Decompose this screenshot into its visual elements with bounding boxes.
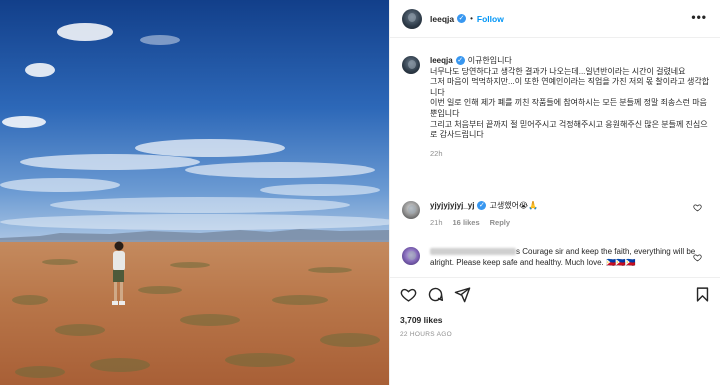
more-options-icon[interactable]: ••• xyxy=(691,11,707,23)
follow-button[interactable]: Follow xyxy=(477,14,504,24)
post-actions: 3,709 likes 22 HOURS AGO xyxy=(390,277,720,385)
comment-reply-button[interactable]: Reply xyxy=(490,218,510,227)
commenter-username[interactable]: yjyjyjyjyj_yj xyxy=(430,201,474,210)
caption-verified-icon: ✓ xyxy=(455,56,465,66)
bookmark-icon[interactable] xyxy=(694,286,711,303)
comment-body: yjyjyjyjyj_yj ✓ 고생했어😭🙏 21h 16 likes Reply xyxy=(430,201,690,227)
post-header: leeqja ✓ • Follow ••• xyxy=(390,0,720,38)
heart-icon[interactable] xyxy=(400,286,417,303)
caption-username[interactable]: leeqja xyxy=(430,56,453,65)
commenter-avatar[interactable] xyxy=(402,247,420,265)
commenter-verified-icon: ✓ xyxy=(477,201,487,211)
likes-count[interactable]: 3,709 likes xyxy=(400,315,443,325)
comment-meta: 21h 16 likes Reply xyxy=(430,218,690,227)
caption-text-block: leeqja ✓ 이규한입니다 너무나도 당연하다고 생각한 결과가 나오는데...… xyxy=(430,56,712,141)
post-caption: leeqja ✓ 이규한입니다 너무나도 당연하다고 생각한 결과가 나오는데...… xyxy=(402,56,712,158)
comment-body: s Courage sir and keep the faith, everyt… xyxy=(430,247,700,268)
caption-body: leeqja ✓ 이규한입니다 너무나도 당연하다고 생각한 결과가 나오는데...… xyxy=(430,56,712,158)
action-buttons xyxy=(400,286,471,303)
posted-timestamp: 22 HOURS AGO xyxy=(400,331,453,338)
verified-badge-icon: ✓ xyxy=(457,14,467,23)
author-avatar[interactable] xyxy=(402,8,422,29)
comment-text-block: yjyjyjyjyj_yj ✓ 고생했어😭🙏 xyxy=(430,201,690,212)
desert-landscape-image xyxy=(0,0,389,385)
caption-timestamp[interactable]: 22h xyxy=(430,149,712,158)
author-username[interactable]: leeqja xyxy=(430,14,454,24)
comment-time[interactable]: 21h xyxy=(430,218,443,227)
instagram-post-window: leeqja ✓ • Follow ••• leeqja ✓ 이규한입니다 너무나도… xyxy=(0,0,720,385)
separator-dot: • xyxy=(470,14,473,23)
comment-likes[interactable]: 16 likes xyxy=(453,218,480,227)
commenter-avatar[interactable] xyxy=(402,201,420,219)
comment-item: yjyjyjyjyj_yj ✓ 고생했어😭🙏 21h 16 likes Reply xyxy=(402,201,712,227)
comment-heart-icon[interactable] xyxy=(693,203,702,212)
share-icon[interactable] xyxy=(454,286,471,303)
redacted-username xyxy=(430,248,516,256)
comment-heart-icon[interactable] xyxy=(693,253,702,262)
comment-text-block: s Courage sir and keep the faith, everyt… xyxy=(430,247,700,268)
comment-item: s Courage sir and keep the faith, everyt… xyxy=(402,247,712,268)
caption-author-avatar[interactable] xyxy=(402,56,420,74)
post-side-panel: leeqja ✓ • Follow ••• leeqja ✓ 이규한입니다 너무나도… xyxy=(389,0,720,385)
caption-text: 이규한입니다 너무나도 당연하다고 생각한 결과가 나오는데...일년반이라는 … xyxy=(430,56,710,140)
comment-icon[interactable] xyxy=(427,286,444,303)
comment-text: 고생했어😭🙏 xyxy=(489,201,539,210)
post-photo[interactable] xyxy=(0,0,389,385)
